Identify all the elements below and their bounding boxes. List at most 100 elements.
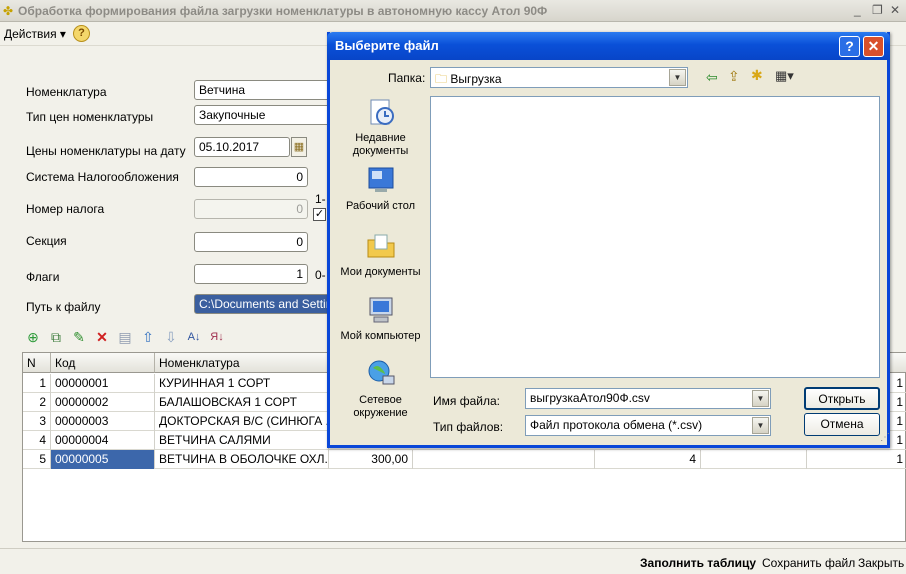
file-list[interactable] bbox=[430, 96, 880, 378]
table-row[interactable]: 5 00000005 ВЕТЧИНА В ОБОЛОЧКЕ ОХЛ. 300,0… bbox=[23, 450, 906, 469]
section-field[interactable]: 0 bbox=[194, 232, 308, 252]
file-dialog-title: Выберите файл bbox=[335, 38, 439, 53]
cell-empty bbox=[413, 450, 595, 469]
cell-code: 00000001 bbox=[51, 374, 155, 393]
minimize-icon[interactable]: _ bbox=[854, 3, 861, 17]
nomenclature-field[interactable]: Ветчина bbox=[194, 80, 334, 100]
cell-n: 2 bbox=[23, 393, 51, 412]
up-folder-icon[interactable]: ⇪ bbox=[728, 68, 740, 85]
dialog-close-icon[interactable]: ✕ bbox=[863, 36, 884, 57]
sort-desc-icon[interactable]: Я↓ bbox=[209, 329, 225, 345]
place-label: Мои документы bbox=[340, 266, 421, 278]
dialog-help-icon[interactable]: ? bbox=[839, 36, 860, 57]
app-icon: ✤ bbox=[3, 4, 14, 18]
place-recent[interactable]: Недавние документы bbox=[334, 96, 427, 158]
new-folder-icon[interactable]: ✱ bbox=[751, 67, 763, 84]
chevron-down-icon[interactable]: ▼ bbox=[752, 390, 769, 407]
chevron-down-icon[interactable]: ▼ bbox=[752, 417, 769, 434]
flags-field[interactable]: 1 bbox=[194, 264, 308, 284]
folder-value: Выгрузка bbox=[450, 72, 502, 86]
price-type-label: Тип цен номенклатуры bbox=[26, 110, 154, 124]
tax-system-field[interactable]: 0 bbox=[194, 167, 308, 187]
close-icon[interactable]: ✕ bbox=[890, 3, 900, 17]
cell-n: 3 bbox=[23, 412, 51, 431]
flags-hint: 0- bbox=[315, 268, 326, 282]
section-label: Секция bbox=[26, 234, 67, 248]
cancel-button[interactable]: Отмена bbox=[804, 413, 880, 436]
col-header-n[interactable]: N bbox=[23, 353, 51, 373]
folder-select[interactable]: 🗀 Выгрузка ▼ bbox=[430, 67, 688, 88]
col-header-name[interactable]: Номенклатура bbox=[155, 353, 329, 373]
place-label: Рабочий стол bbox=[345, 200, 416, 212]
cell-name: ВЕТЧИНА В ОБОЛОЧКЕ ОХЛ. bbox=[155, 450, 329, 469]
save-file-button[interactable]: Сохранить файл bbox=[762, 556, 855, 570]
col-header-code[interactable]: Код bbox=[51, 353, 155, 373]
filetype-select[interactable]: Файл протокола обмена (*.csv) ▼ bbox=[525, 415, 771, 436]
delete-row-icon[interactable]: ✕ bbox=[94, 329, 110, 345]
my-documents-icon bbox=[367, 234, 394, 258]
places-bar: Недавние документы Рабочий стол Мои доку… bbox=[334, 92, 427, 444]
file-dialog-titlebar: Выберите файл ? ✕ bbox=[327, 32, 890, 60]
place-label: Недавние документы bbox=[352, 132, 409, 157]
cell-name: ДОКТОРСКАЯ В/С (СИНЮГА ... bbox=[155, 412, 329, 431]
move-down-icon[interactable]: ⇩ bbox=[163, 329, 179, 345]
cell-name: БАЛАШОВСКАЯ 1 СОРТ bbox=[155, 393, 329, 412]
file-path-field[interactable]: C:\Documents and Settings bbox=[194, 294, 334, 314]
filetype-label: Тип файлов: bbox=[433, 420, 504, 434]
cell-code: 00000002 bbox=[51, 393, 155, 412]
sort-asc-icon[interactable]: A↓ bbox=[186, 329, 202, 345]
copy-row-icon[interactable]: ⧉ bbox=[48, 329, 64, 345]
main-window-titlebar: ✤ Обработка формирования файла загрузки … bbox=[0, 0, 906, 22]
cell-n: 1 bbox=[23, 374, 51, 393]
nomenclature-label: Номенклатура bbox=[26, 85, 107, 99]
close-button[interactable]: Закрыть bbox=[858, 556, 904, 570]
cell-price: 300,00 bbox=[329, 450, 413, 469]
help-icon[interactable]: ? bbox=[73, 25, 90, 42]
calendar-icon[interactable]: ▦ bbox=[291, 137, 307, 157]
back-icon[interactable]: ⇦ bbox=[706, 69, 718, 86]
filename-input[interactable]: выгрузкаАтол90Ф.csv ▼ bbox=[525, 388, 771, 409]
add-row-icon[interactable]: ⊕ bbox=[25, 329, 41, 345]
cell-qty: 4 bbox=[595, 450, 701, 469]
cell-name: КУРИННАЯ 1 СОРТ bbox=[155, 374, 329, 393]
recent-documents-icon bbox=[370, 99, 394, 125]
cell-code: 00000003 bbox=[51, 412, 155, 431]
edit-row-icon[interactable]: ✎ bbox=[71, 329, 87, 345]
my-computer-icon bbox=[369, 297, 392, 323]
move-up-icon[interactable]: ⇧ bbox=[140, 329, 156, 345]
folder-label: Папка: bbox=[388, 71, 426, 85]
chevron-down-icon[interactable]: ▼ bbox=[669, 69, 686, 86]
place-label: Мой компьютер bbox=[340, 330, 421, 342]
place-network[interactable]: Сетевое окружение bbox=[334, 358, 427, 420]
price-date-label: Цены номенклатуры на дату bbox=[26, 144, 186, 158]
filename-value: выгрузкаАтол90Ф.csv bbox=[530, 391, 650, 405]
cell-code: 00000005 bbox=[51, 450, 155, 469]
end-edit-icon[interactable]: ▤ bbox=[117, 329, 133, 345]
cell-n: 5 bbox=[23, 450, 51, 469]
tax-number-field: 0 bbox=[194, 199, 308, 219]
tax-number-label: Номер налога bbox=[26, 202, 105, 216]
bottom-command-bar: Заполнить таблицу Сохранить файл Закрыть bbox=[0, 548, 906, 574]
price-type-field[interactable]: Закупочные bbox=[194, 105, 334, 125]
restore-icon[interactable]: ❐ bbox=[872, 3, 883, 17]
place-my-computer[interactable]: Мой компьютер bbox=[334, 294, 427, 343]
cell-empty bbox=[701, 450, 807, 469]
tax-system-label: Система Налогообложения bbox=[26, 170, 179, 184]
place-label: Сетевое окружение bbox=[353, 394, 408, 419]
actions-menu[interactable]: Действия ▾ bbox=[4, 27, 66, 41]
cell-name: ВЕТЧИНА САЛЯМИ bbox=[155, 431, 329, 450]
place-desktop[interactable]: Рабочий стол bbox=[334, 164, 427, 213]
open-button[interactable]: Открыть bbox=[804, 387, 880, 410]
filetype-value: Файл протокола обмена (*.csv) bbox=[530, 418, 703, 432]
fill-table-button[interactable]: Заполнить таблицу bbox=[640, 556, 756, 570]
place-my-documents[interactable]: Мои документы bbox=[334, 230, 427, 279]
tax-number-hint: 1- bbox=[315, 192, 326, 206]
window-title: Обработка формирования файла загрузки но… bbox=[18, 4, 548, 18]
desktop-icon bbox=[368, 167, 393, 192]
flags-label: Флаги bbox=[26, 270, 60, 284]
price-date-field[interactable]: 05.10.2017 bbox=[194, 137, 290, 157]
resize-grip-icon[interactable]: ⋰ bbox=[880, 432, 890, 443]
tax-number-checkbox[interactable]: ✓ bbox=[313, 208, 326, 221]
cell-code: 00000004 bbox=[51, 431, 155, 450]
view-menu-icon[interactable]: ▦▾ bbox=[775, 68, 794, 84]
